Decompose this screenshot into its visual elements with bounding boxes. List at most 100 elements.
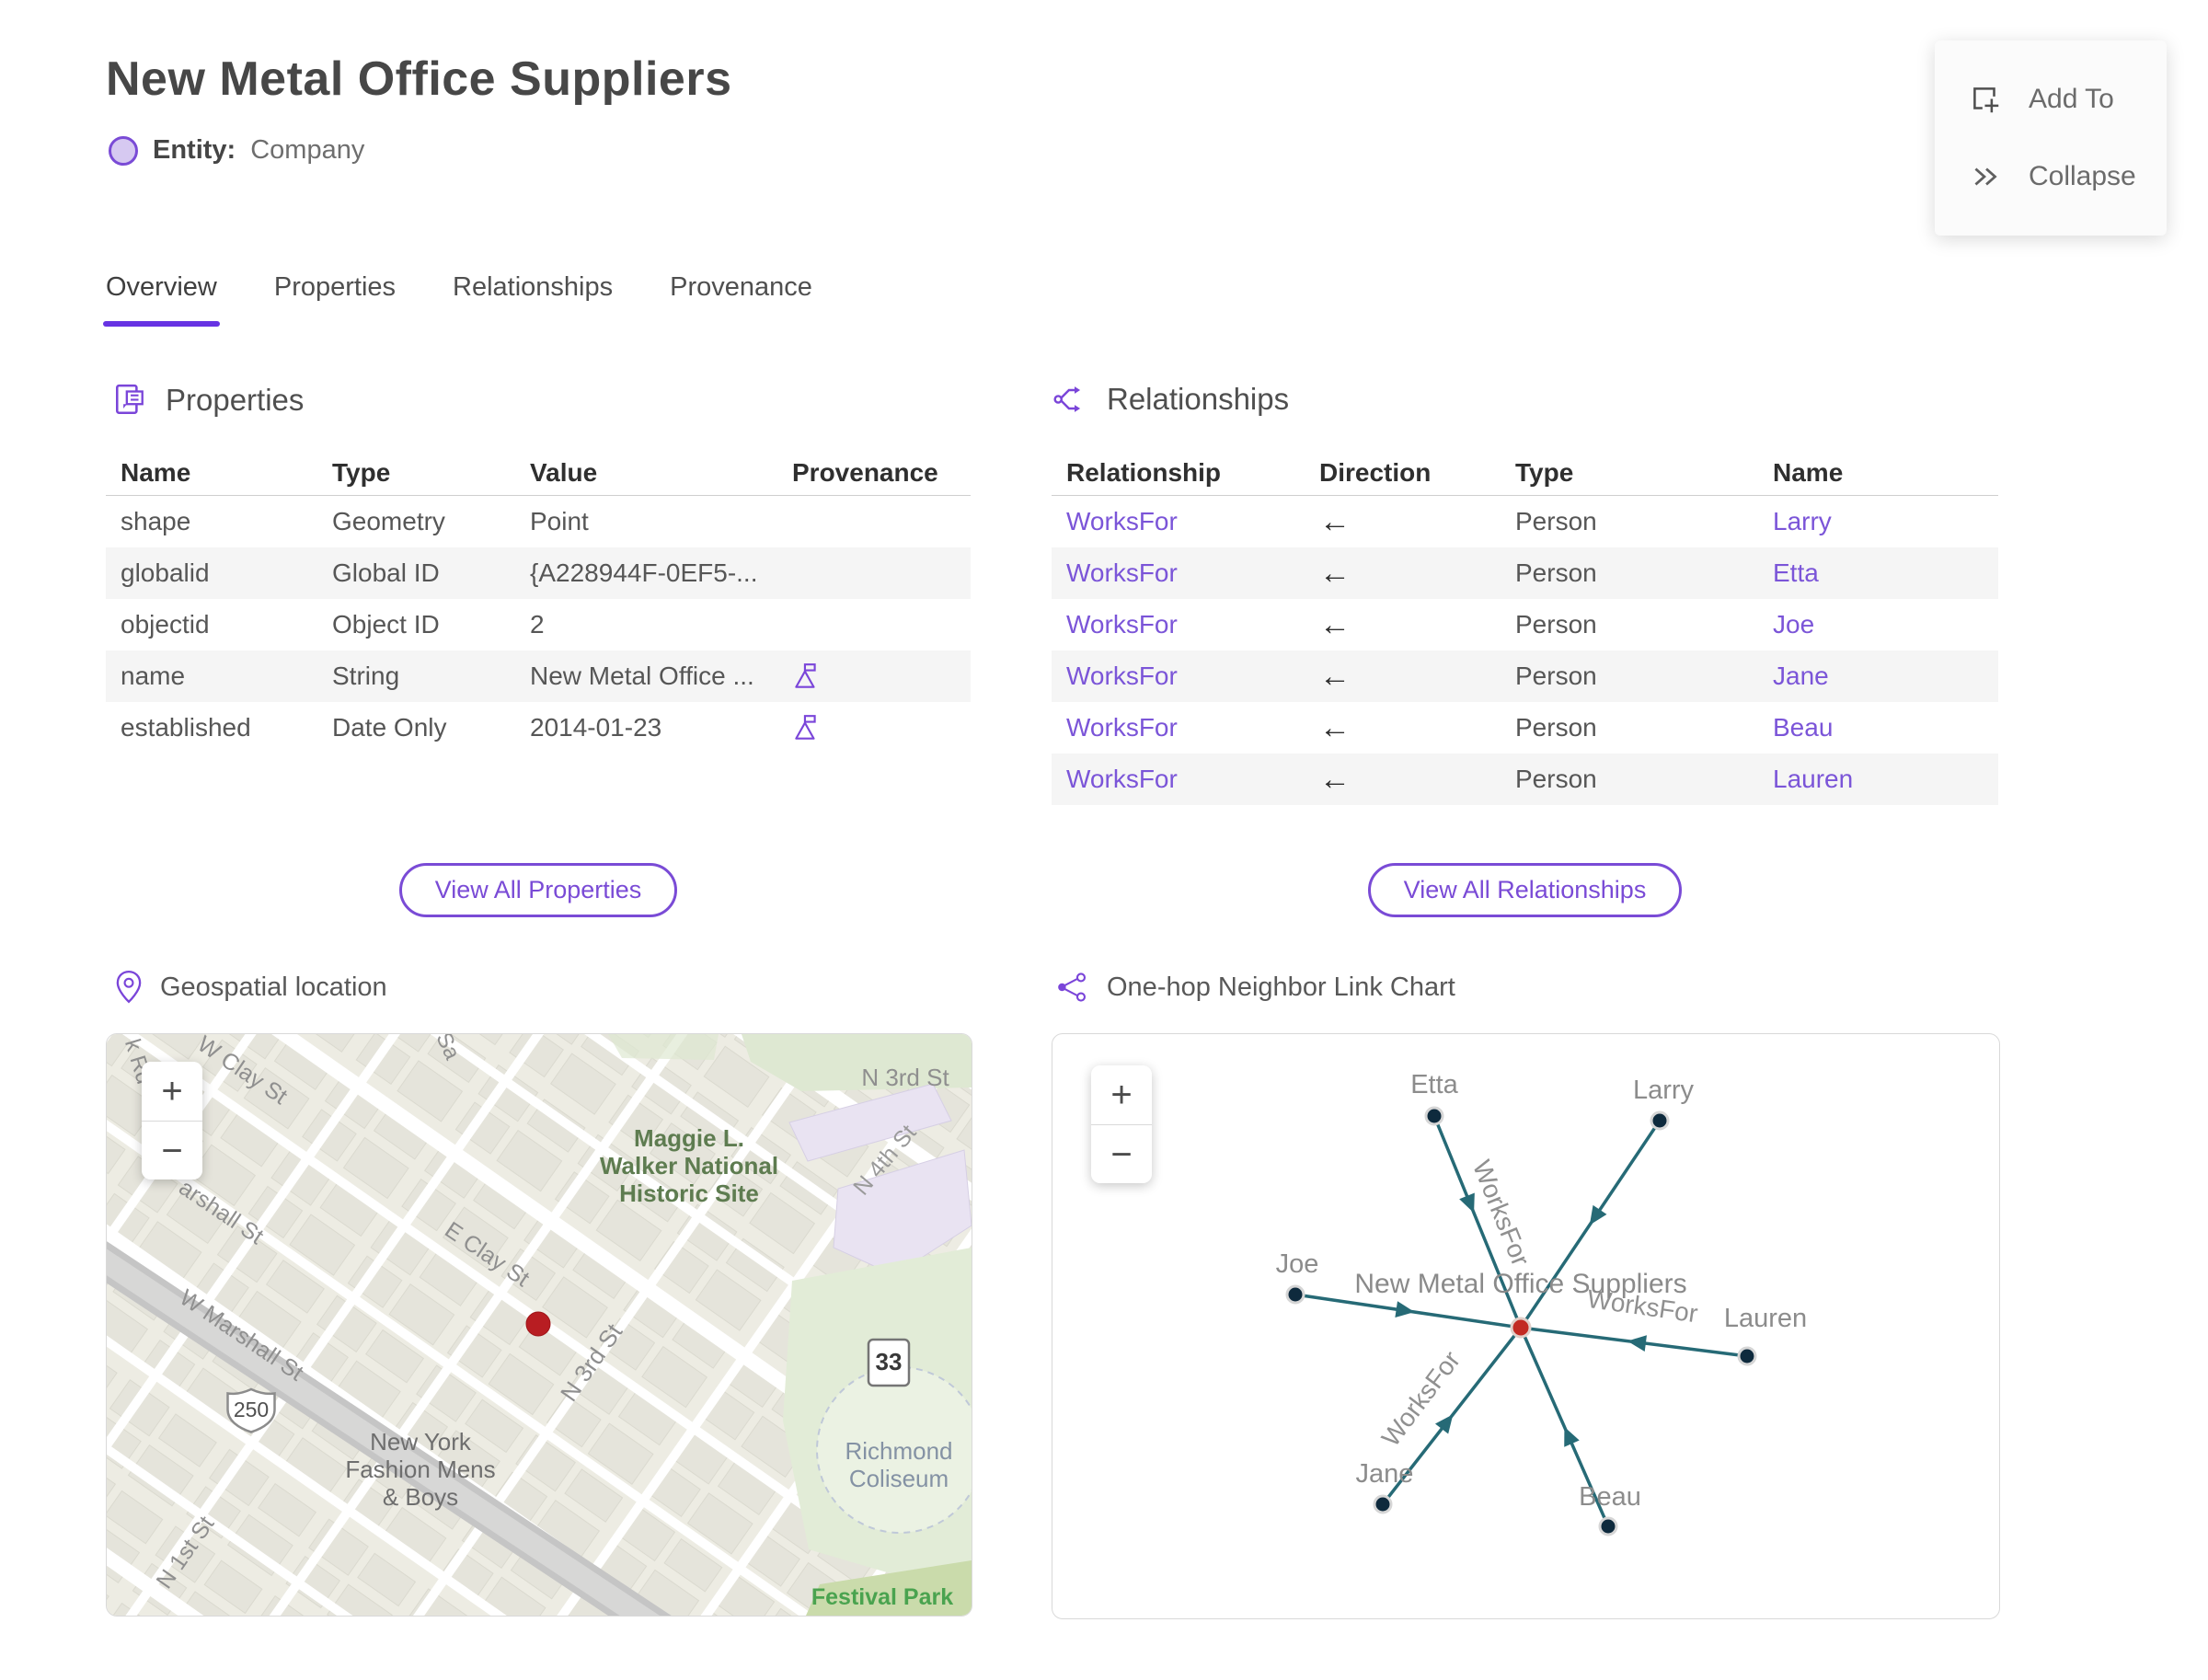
graph-node-larry[interactable] bbox=[1650, 1110, 1670, 1131]
svg-text:33: 33 bbox=[876, 1348, 903, 1375]
provenance-flag-icon[interactable] bbox=[792, 662, 820, 691]
tab-provenance[interactable]: Provenance bbox=[670, 272, 812, 327]
provenance-flag-icon[interactable] bbox=[792, 713, 820, 742]
graph-node-beau[interactable] bbox=[1598, 1516, 1618, 1536]
entity-name-link[interactable]: Larry bbox=[1773, 507, 1832, 536]
table-row: WorksFor ← Person Beau bbox=[1052, 702, 1998, 754]
relationship-cell: WorksFor bbox=[1052, 662, 1305, 691]
name-cell: Joe bbox=[1758, 610, 1998, 639]
relationship-link[interactable]: WorksFor bbox=[1066, 662, 1178, 691]
graph-node-center[interactable] bbox=[1510, 1317, 1532, 1339]
onehop-section-header: One-hop Neighbor Link Chart bbox=[1055, 970, 1455, 1005]
name-cell: Jane bbox=[1758, 662, 1998, 691]
map-zoom-control: + − bbox=[142, 1062, 202, 1179]
direction-arrow: ← bbox=[1319, 712, 1351, 743]
map-location-marker[interactable] bbox=[525, 1311, 551, 1337]
entity-name-link[interactable]: Joe bbox=[1773, 610, 1814, 639]
property-type-cell: Object ID bbox=[332, 610, 440, 639]
property-name-cell: objectid bbox=[121, 610, 210, 639]
relationship-cell: WorksFor bbox=[1052, 558, 1305, 588]
link-chart-card: WorksFor WorksFor WorksFor New Metal Office… bbox=[1052, 1033, 2000, 1619]
graph-edge-arrow bbox=[1395, 1301, 1415, 1318]
property-provenance-cell bbox=[777, 662, 971, 691]
graph-edge-arrow bbox=[1627, 1335, 1647, 1352]
link-chart-canvas[interactable]: WorksForWorksForWorksForNew Metal Office… bbox=[1052, 1034, 1999, 1618]
onehop-section-title: One-hop Neighbor Link Chart bbox=[1107, 972, 1455, 1002]
collapse-button[interactable]: Collapse bbox=[1935, 158, 2167, 195]
relationship-cell: WorksFor bbox=[1052, 610, 1305, 639]
type-cell: Person bbox=[1515, 765, 1597, 793]
entity-name-link[interactable]: Etta bbox=[1773, 558, 1819, 588]
map-label: N 3rd St bbox=[861, 1064, 949, 1091]
relationships-section-header: Relationships bbox=[1052, 381, 1289, 418]
column-header: Name bbox=[1773, 458, 1844, 487]
graph-edge-arrow bbox=[1589, 1204, 1607, 1225]
direction-cell: ← bbox=[1305, 764, 1501, 795]
type-cell: Person bbox=[1515, 558, 1597, 587]
relationship-link[interactable]: WorksFor bbox=[1066, 558, 1178, 588]
type-cell: Person bbox=[1515, 713, 1597, 742]
view-all-relationships-wrap: View All Relationships bbox=[1052, 863, 1998, 917]
direction-cell: ← bbox=[1305, 661, 1501, 692]
entity-label: Entity: bbox=[153, 135, 236, 165]
table-row: WorksFor ← Person Etta bbox=[1052, 547, 1998, 599]
add-to-button[interactable]: Add To bbox=[1935, 81, 2167, 118]
property-value-cell: Point bbox=[530, 507, 589, 535]
chart-zoom-in-button[interactable]: + bbox=[1091, 1065, 1152, 1124]
graph-node-lauren[interactable] bbox=[1737, 1346, 1757, 1366]
direction-cell: ← bbox=[1305, 558, 1501, 589]
properties-section-header: Properties bbox=[112, 381, 304, 420]
type-cell: Person bbox=[1515, 662, 1597, 690]
property-value-cell: {A228944F-0EF5-... bbox=[530, 558, 758, 587]
add-to-label: Add To bbox=[2029, 84, 2114, 114]
graph-node-jane[interactable] bbox=[1373, 1494, 1393, 1514]
map-zoom-in-button[interactable]: + bbox=[142, 1062, 202, 1121]
svg-text:250: 250 bbox=[234, 1398, 269, 1421]
entity-dot-icon bbox=[109, 135, 138, 166]
relationship-link[interactable]: WorksFor bbox=[1066, 713, 1178, 742]
map-park-area bbox=[608, 1034, 719, 1060]
chart-zoom-out-button[interactable]: − bbox=[1091, 1124, 1152, 1183]
map-canvas[interactable]: 25033 k Rd W Clay St Saarshall StW Marshal… bbox=[107, 1034, 972, 1616]
state-route-shield: 33 bbox=[867, 1338, 911, 1387]
map-label: Richmond Coliseum bbox=[845, 1437, 952, 1492]
direction-arrow: ← bbox=[1319, 558, 1351, 589]
tab-overview[interactable]: Overview bbox=[103, 272, 220, 327]
tab-properties[interactable]: Properties bbox=[274, 272, 396, 327]
entity-name-link[interactable]: Beau bbox=[1773, 713, 1833, 742]
column-header: Type bbox=[332, 458, 391, 487]
relationship-link[interactable]: WorksFor bbox=[1066, 765, 1178, 794]
entity-type-value: Company bbox=[250, 135, 365, 165]
graph-node-joe[interactable] bbox=[1285, 1284, 1305, 1305]
relationship-link[interactable]: WorksFor bbox=[1066, 610, 1178, 639]
graph-node-etta[interactable] bbox=[1424, 1106, 1444, 1126]
relationship-cell: WorksFor bbox=[1052, 713, 1305, 742]
entity-page: New Metal Office Suppliers Entity: Compa… bbox=[0, 0, 2208, 1680]
column-header: Relationship bbox=[1066, 458, 1222, 487]
direction-arrow: ← bbox=[1319, 661, 1351, 692]
entity-name-link[interactable]: Lauren bbox=[1773, 765, 1853, 794]
properties-table: Name Type Value Provenance shape Geometry Poin… bbox=[106, 451, 971, 754]
collapse-label: Collapse bbox=[2029, 161, 2136, 191]
map-zoom-out-button[interactable]: − bbox=[142, 1121, 202, 1179]
tab-relationships[interactable]: Relationships bbox=[453, 272, 613, 327]
relationships-section-title: Relationships bbox=[1107, 382, 1290, 416]
name-cell: Lauren bbox=[1758, 765, 1998, 794]
entity-name-link[interactable]: Jane bbox=[1773, 662, 1829, 691]
table-row: WorksFor ← Person Joe bbox=[1052, 599, 1998, 650]
graph-edge-arrow bbox=[1434, 1414, 1454, 1434]
view-all-properties-wrap: View All Properties bbox=[106, 863, 971, 917]
view-all-relationships-button[interactable]: View All Relationships bbox=[1367, 863, 1683, 917]
relationship-link[interactable]: WorksFor bbox=[1066, 507, 1178, 536]
relationships-icon bbox=[1053, 386, 1081, 412]
view-all-properties-button[interactable]: View All Properties bbox=[398, 863, 678, 917]
column-header: Direction bbox=[1319, 458, 1432, 487]
floating-menu: Add To Collapse bbox=[1935, 40, 2167, 236]
map-label: Festival Park bbox=[811, 1584, 953, 1610]
property-name-cell: shape bbox=[121, 507, 191, 535]
entity-type-row: Entity: Company bbox=[109, 135, 364, 166]
column-header: Value bbox=[530, 458, 598, 487]
add-to-icon bbox=[1973, 87, 1999, 113]
graph-node-label: Beau bbox=[1579, 1482, 1641, 1512]
type-cell: Person bbox=[1515, 610, 1597, 639]
